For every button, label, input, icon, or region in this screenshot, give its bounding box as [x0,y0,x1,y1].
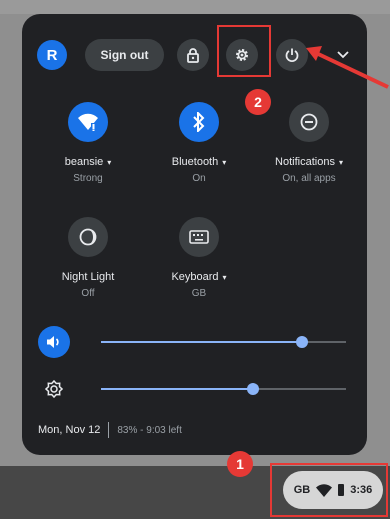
wifi-label[interactable]: beansie ▾ [38,156,138,168]
brightness-fill [101,388,253,390]
annotation-arrow [306,46,389,89]
date-label[interactable]: Mon, Nov 12 [38,424,100,436]
mute-button[interactable] [38,326,70,358]
settings-highlight-box [217,25,271,77]
bluetooth-icon [193,112,205,132]
bluetooth-toggle[interactable] [179,102,219,142]
notifications-status: On, all apps [282,173,336,184]
wifi-status: Strong [73,173,103,184]
tile-keyboard[interactable]: Keyboard ▾ GB [149,217,249,299]
bluetooth-status: On [192,173,206,184]
brightness-thumb[interactable] [246,383,259,395]
keyboard-toggle[interactable] [179,217,219,257]
wifi-icon [78,113,98,131]
keyboard-icon [189,230,209,244]
brightness-slider[interactable] [101,383,346,395]
battery-status: 83% - 9:03 left [117,424,182,436]
brightness-indicator [38,373,70,405]
wifi-toggle[interactable] [68,102,108,142]
night-light-label[interactable]: Night Light [38,271,138,283]
night-light-icon [79,228,97,246]
night-light-toggle[interactable] [68,217,108,257]
night-light-status: Off [81,288,95,299]
lock-button[interactable] [177,39,209,71]
step-badge-2: 2 [245,89,271,115]
avatar[interactable]: R [37,40,67,70]
keyboard-layout: GB [191,288,207,299]
notifications-toggle[interactable] [289,102,329,142]
keyboard-label[interactable]: Keyboard ▾ [149,271,249,283]
footer-divider [108,422,110,438]
volume-icon [47,336,59,348]
bluetooth-label[interactable]: Bluetooth ▾ [149,156,249,168]
notifications-label[interactable]: Notifications ▾ [259,156,359,168]
step-badge-1: 1 [227,451,253,477]
tray-highlight-box [270,463,388,517]
tile-wifi[interactable]: beansie ▾ Strong [38,102,138,184]
volume-slider[interactable] [101,336,346,348]
brightness-icon [45,380,63,398]
do-not-disturb-icon [300,113,318,131]
tile-night-light[interactable]: Night Light Off [38,217,138,299]
window-edge [0,0,390,14]
sign-out-button[interactable]: Sign out [85,39,164,71]
status-footer: Mon, Nov 12 83% - 9:03 left [38,422,182,438]
volume-fill [101,341,302,343]
lock-icon [187,48,199,63]
volume-thumb[interactable] [295,336,308,348]
tile-bluetooth[interactable]: Bluetooth ▾ On [149,102,249,184]
tile-notifications[interactable]: Notifications ▾ On, all apps [259,102,359,184]
